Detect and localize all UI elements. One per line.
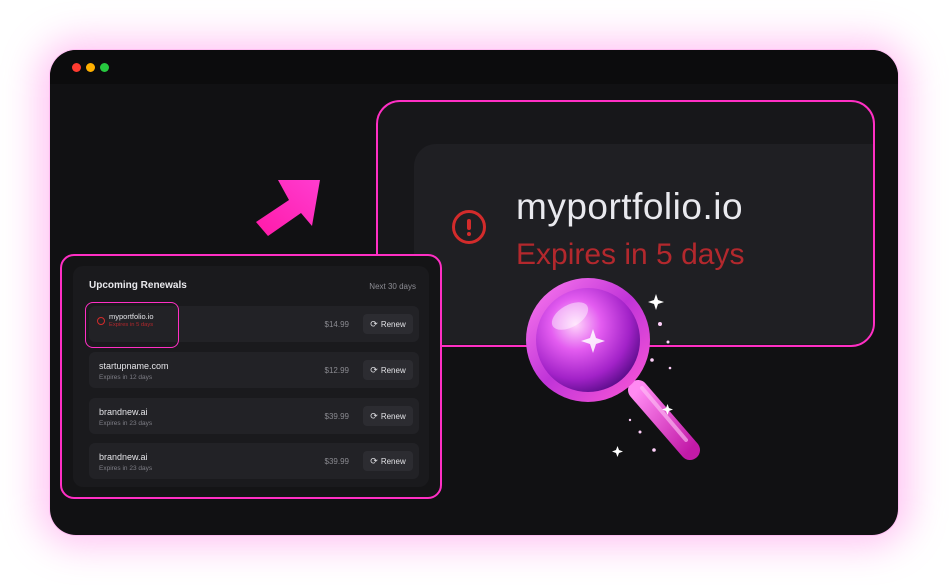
price: $39.99 [324,412,349,421]
maximize-window-button[interactable] [100,63,109,72]
renew-button[interactable]: ⟳ Renew [363,314,413,334]
expiry-text: Expires in 12 days [99,374,153,381]
domain-name: myportfolio.io [109,312,154,321]
renew-button[interactable]: ⟳ Renew [363,451,413,471]
price: $39.99 [324,457,349,466]
close-window-button[interactable] [72,63,81,72]
renew-label: Renew [380,456,406,466]
renewals-list-panel: Upcoming Renewals Next 30 days myportfol… [73,266,429,487]
renewal-row[interactable]: brandnew.ai Expires in 23 days $39.99 ⟳ R… [89,398,419,434]
expiry-text: Expires in 23 days [99,465,153,472]
renew-label: Renew [380,319,406,329]
title-bar [50,50,898,84]
zoomed-expiry-text: Expires in 5 days [516,238,745,271]
refresh-icon: ⟳ [370,318,378,329]
renewal-row[interactable]: myportfolio.io Expires in 5 days $14.99 … [85,302,419,348]
refresh-icon: ⟳ [370,455,378,466]
refresh-icon: ⟳ [370,364,378,375]
expiry-text: Expires in 5 days [109,322,154,328]
arrow-up-right-icon [256,180,320,236]
renewal-row[interactable]: startupname.com Expires in 12 days $12.9… [89,352,419,388]
magnifying-glass-icon [526,278,700,460]
expiry-text: Expires in 23 days [99,420,153,427]
price: $14.99 [324,320,349,329]
renew-label: Renew [380,365,406,375]
alert-circle-icon [97,317,105,325]
refresh-icon: ⟳ [370,410,378,421]
renew-label: Renew [380,411,406,421]
upcoming-renewals-card: Upcoming Renewals Next 30 days myportfol… [60,254,442,499]
price: $12.99 [324,366,349,375]
card-title: Upcoming Renewals [89,280,187,291]
domain-name: startupname.com [99,361,169,371]
renew-button[interactable]: ⟳ Renew [363,406,413,426]
domain-name: brandnew.ai [99,407,148,417]
renewal-row[interactable]: brandnew.ai Expires in 23 days $39.99 ⟳ R… [89,443,419,479]
period-label: Next 30 days [369,282,416,291]
minimize-window-button[interactable] [86,63,95,72]
domain-name: brandnew.ai [99,452,148,462]
zoomed-domain-name: myportfolio.io [516,186,744,227]
alert-circle-icon [452,210,486,244]
renew-button[interactable]: ⟳ Renew [363,360,413,380]
